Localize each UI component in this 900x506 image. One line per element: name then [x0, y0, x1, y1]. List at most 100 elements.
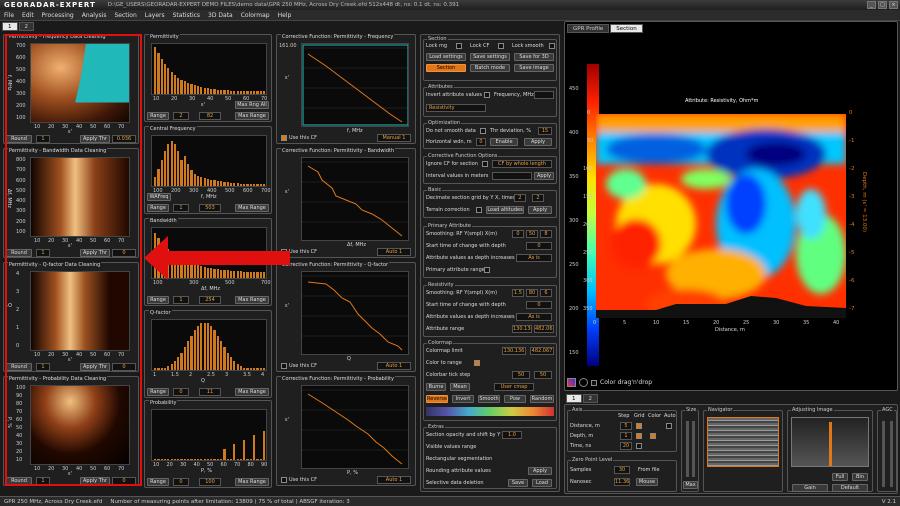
density-plot[interactable] — [30, 43, 130, 123]
range-min-field[interactable]: 0 — [173, 388, 189, 396]
batch-mode-button[interactable]: Batch mode — [470, 64, 510, 72]
menu-colormap[interactable]: Colormap — [237, 12, 274, 19]
histogram-plot[interactable] — [151, 135, 267, 187]
rounding-apply-button[interactable]: Apply — [528, 467, 552, 475]
navigator-preview[interactable] — [707, 417, 779, 467]
lock-cf-checkbox[interactable] — [498, 43, 504, 49]
colormap-swatches[interactable] — [426, 407, 554, 416]
default-button[interactable]: Default — [832, 484, 868, 492]
mean-button[interactable]: Mean — [450, 383, 470, 391]
no-smooth-checkbox[interactable] — [480, 128, 486, 134]
corrective-plot[interactable] — [301, 157, 409, 241]
depth-color-swatch[interactable] — [650, 433, 656, 439]
colormap-limit-max[interactable]: 482.067 — [530, 347, 554, 355]
save-settings-button[interactable]: Save settings — [470, 53, 510, 61]
reverse-button[interactable]: Reverse — [426, 395, 448, 403]
tab-section[interactable]: Section — [610, 24, 643, 33]
horiz-field[interactable]: 0 — [476, 138, 486, 146]
optimization-apply-button[interactable]: Apply — [524, 138, 552, 146]
color-drag-checkbox[interactable] — [591, 379, 597, 386]
resist-s1-field[interactable]: 1.5 — [512, 289, 524, 297]
cf-mode-select[interactable]: Auto 1 — [377, 248, 411, 256]
size-max-button[interactable]: Max — [683, 481, 698, 489]
range-button[interactable]: Range — [147, 204, 169, 212]
wafreq-button[interactable]: WAFreq — [147, 193, 171, 201]
round-button[interactable]: Round — [6, 135, 32, 143]
histogram-plot[interactable] — [151, 319, 267, 371]
resist-s3-field[interactable]: 6 — [540, 289, 552, 297]
apply-thr-button[interactable]: Apply Thr — [80, 363, 110, 371]
histogram-preview[interactable] — [791, 417, 869, 467]
menu-3d-data[interactable]: 3D Data — [204, 12, 237, 19]
range-max-field[interactable]: 82 — [199, 112, 221, 120]
menu-statistics[interactable]: Statistics — [169, 12, 204, 19]
primary-s3-field[interactable]: 8 — [540, 230, 552, 238]
resist-start-field[interactable]: 0 — [526, 301, 552, 309]
corrective-plot[interactable] — [301, 385, 409, 469]
max-range-button[interactable]: Max Range — [235, 204, 269, 212]
use-cf-checkbox[interactable] — [281, 477, 287, 483]
corrective-plot[interactable] — [301, 43, 409, 127]
load-altitudes-button[interactable]: Load altitudes — [486, 206, 524, 214]
ignore-cf-checkbox[interactable] — [482, 161, 488, 167]
opacity-field[interactable]: 1.0 — [502, 431, 522, 439]
save-image-button[interactable]: Save image — [514, 64, 554, 72]
primary-s1-field[interactable]: 0 — [512, 230, 524, 238]
menu-processing[interactable]: Processing — [38, 12, 78, 19]
thr-field[interactable]: 0.036 — [112, 135, 136, 143]
color-to-range-checkbox[interactable] — [474, 360, 480, 366]
use-cf-checkbox[interactable] — [281, 135, 287, 141]
cf-mode-select[interactable]: CF by whole length — [492, 160, 552, 168]
maximize-button[interactable]: □ — [878, 1, 887, 9]
extras-load-button[interactable]: Load — [532, 479, 552, 487]
menu-section[interactable]: Section — [110, 12, 140, 19]
range-button[interactable]: Range — [147, 388, 169, 396]
load-settings-button[interactable]: Load settings — [426, 53, 466, 61]
resist-s2-field[interactable]: 80 — [526, 289, 538, 297]
range-max-field[interactable]: 100 — [199, 478, 221, 486]
time-step-field[interactable]: 20 — [620, 442, 632, 450]
use-cf-checkbox[interactable] — [281, 363, 287, 369]
primary-s2-field[interactable]: 50 — [526, 230, 538, 238]
burne-button[interactable]: Burne — [426, 383, 446, 391]
cf-mode-select[interactable]: Auto 1 — [377, 362, 411, 370]
max-range-button[interactable]: Max Range — [235, 388, 269, 396]
save-3d-button[interactable]: Save for 3D — [514, 53, 554, 61]
agc-l-slider[interactable] — [890, 421, 893, 487]
enable-button[interactable]: Enable — [490, 138, 518, 146]
tick-step-field-1[interactable]: 50 — [512, 371, 530, 379]
circle-icon[interactable] — [579, 378, 588, 387]
corrective-plot[interactable] — [301, 271, 409, 355]
menu-help[interactable]: Help — [274, 12, 296, 19]
round-field[interactable]: 1 — [36, 477, 50, 485]
nanosec-field[interactable]: 11.36 — [614, 478, 630, 486]
basic-apply-button[interactable]: Apply — [528, 206, 552, 214]
size-x-slider[interactable] — [686, 421, 689, 477]
range-max-field[interactable]: 11 — [199, 388, 221, 396]
thr-field[interactable]: 15 — [538, 127, 552, 135]
density-plot[interactable] — [30, 271, 130, 351]
distance-step-field[interactable]: 5 — [620, 422, 632, 430]
time-grid-checkbox[interactable] — [636, 443, 642, 449]
random-button[interactable]: Random — [530, 395, 554, 403]
menu-layers[interactable]: Layers — [141, 12, 169, 19]
cf-apply-button[interactable]: Apply — [534, 172, 554, 180]
range-button[interactable]: Range — [147, 296, 169, 304]
mouse-button[interactable]: Mouse — [636, 478, 658, 486]
tab-1[interactable]: 1 — [2, 22, 18, 31]
invert-cmap-button[interactable]: Invert — [452, 395, 474, 403]
decimate-x-field[interactable]: 2 — [532, 194, 544, 202]
primary-incr-select[interactable]: As is — [516, 254, 552, 262]
apply-thr-button[interactable]: Apply Thr — [80, 249, 110, 257]
thr-field[interactable]: 0 — [112, 249, 136, 257]
round-field[interactable]: 1 — [36, 135, 50, 143]
range-min-field[interactable]: 1 — [173, 204, 189, 212]
menu-file[interactable]: File — [0, 12, 18, 19]
resist-incr-select[interactable]: As is — [516, 313, 552, 321]
distance-auto-checkbox[interactable] — [666, 423, 672, 429]
interval-field[interactable] — [492, 172, 532, 180]
max-range-button[interactable]: Max Range — [235, 112, 269, 120]
thr-field[interactable]: 0 — [112, 477, 136, 485]
round-button[interactable]: Round — [6, 477, 32, 485]
bottom-tab-1[interactable]: 1 — [566, 394, 582, 403]
